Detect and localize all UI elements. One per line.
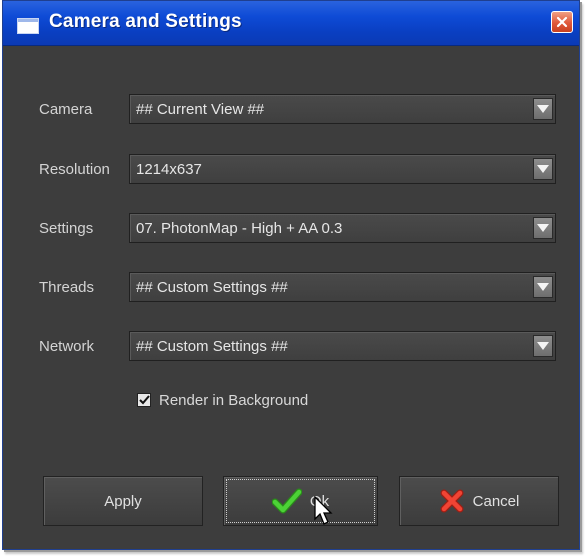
apply-button-label: Apply <box>104 492 142 510</box>
mouse-cursor-icon <box>314 496 333 525</box>
chevron-down-icon[interactable] <box>533 217 553 239</box>
settings-value: 07. PhotonMap - High + AA 0.3 <box>136 220 343 237</box>
title-bar[interactable]: Camera and Settings <box>3 1 579 46</box>
dialog-body: Camera ## Current View ## Resolution 121… <box>3 46 579 549</box>
resolution-row: Resolution 1214x637 <box>3 154 579 184</box>
network-dropdown[interactable]: ## Custom Settings ## <box>129 331 556 361</box>
threads-label: Threads <box>39 279 95 296</box>
apply-button[interactable]: Apply <box>43 476 203 526</box>
dialog-title: Camera and Settings <box>49 11 242 32</box>
threads-row: Threads ## Custom Settings ## <box>3 272 579 302</box>
close-icon <box>556 16 568 28</box>
chevron-down-icon[interactable] <box>533 335 553 357</box>
close-button[interactable] <box>551 11 573 33</box>
cancel-x-icon <box>439 488 465 514</box>
network-value: ## Custom Settings ## <box>136 338 288 355</box>
threads-value: ## Custom Settings ## <box>136 279 288 296</box>
chevron-down-icon[interactable] <box>533 158 553 180</box>
ok-button[interactable]: Ok <box>223 476 378 526</box>
settings-row: Settings 07. PhotonMap - High + AA 0.3 <box>3 213 579 243</box>
cancel-button[interactable]: Cancel <box>399 476 559 526</box>
window-icon <box>17 18 39 34</box>
settings-label: Settings <box>39 220 94 237</box>
render-background-label: Render in Background <box>159 392 309 409</box>
threads-dropdown[interactable]: ## Custom Settings ## <box>129 272 556 302</box>
camera-value: ## Current View ## <box>136 101 265 118</box>
checkmark-icon <box>138 395 150 405</box>
resolution-value: 1214x637 <box>136 161 202 178</box>
checkmark-icon <box>271 488 302 514</box>
chevron-down-icon[interactable] <box>533 98 553 120</box>
camera-settings-dialog: Camera and Settings Camera ## Current Vi… <box>2 0 580 550</box>
settings-dropdown[interactable]: 07. PhotonMap - High + AA 0.3 <box>129 213 556 243</box>
render-background-checkbox[interactable] <box>137 393 151 407</box>
camera-dropdown[interactable]: ## Current View ## <box>129 94 556 124</box>
network-row: Network ## Custom Settings ## <box>3 331 579 361</box>
chevron-down-icon[interactable] <box>533 276 553 298</box>
cancel-button-label: Cancel <box>472 492 520 510</box>
resolution-label: Resolution <box>39 161 110 178</box>
resolution-dropdown[interactable]: 1214x637 <box>129 154 556 184</box>
camera-label: Camera <box>39 101 93 118</box>
network-label: Network <box>39 338 95 355</box>
camera-row: Camera ## Current View ## <box>3 94 579 124</box>
